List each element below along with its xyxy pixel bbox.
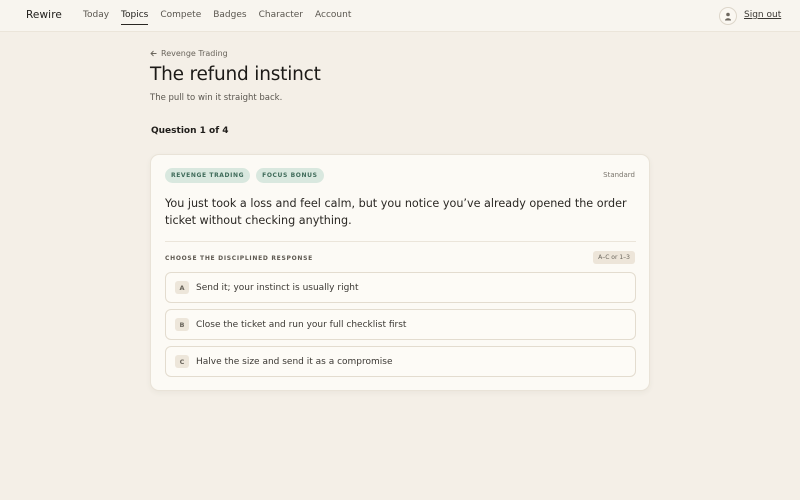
page-title: The refund instinct: [150, 64, 321, 85]
tag-revenge-trading: REVENGE TRADING: [165, 168, 251, 183]
user-avatar[interactable]: [719, 7, 737, 25]
user-icon: [725, 12, 731, 20]
difficulty-label: Standard: [603, 171, 635, 179]
option-letter-badge: A: [175, 281, 189, 294]
nav-item-character[interactable]: Character: [259, 10, 303, 25]
nav-item-compete[interactable]: Compete: [160, 10, 201, 25]
nav-item-account[interactable]: Account: [315, 10, 351, 25]
tag-focus-bonus: FOCUS BONUS: [256, 168, 324, 183]
option-text: Halve the size and send it as a compromi…: [196, 356, 393, 367]
tag-list: REVENGE TRADING FOCUS BONUS: [165, 168, 324, 183]
divider: [165, 241, 636, 242]
option-text: Send it; your instinct is usually right: [196, 282, 359, 293]
breadcrumb-back-link[interactable]: Revenge Trading: [150, 49, 228, 58]
nav-item-topics[interactable]: Topics: [121, 10, 149, 25]
option-letter-badge: C: [175, 355, 189, 368]
option-text: Close the ticket and run your full check…: [196, 319, 407, 330]
question-card: REVENGE TRADING FOCUS BONUS Standard You…: [150, 154, 650, 391]
option-letter-badge: B: [175, 318, 189, 331]
question-prompt: You just took a loss and feel calm, but …: [165, 197, 627, 227]
main-nav: Today Topics Compete Badges Character Ac…: [83, 10, 351, 25]
sign-out-link[interactable]: Sign out: [744, 10, 781, 20]
page-subtitle: The pull to win it straight back.: [150, 93, 283, 103]
nav-item-today[interactable]: Today: [83, 10, 109, 25]
answer-option-a[interactable]: A Send it; your instinct is usually righ…: [165, 272, 636, 303]
breadcrumb-label: Revenge Trading: [161, 49, 228, 58]
question-counter: Question 1 of 4: [151, 126, 229, 136]
answer-option-b[interactable]: B Close the ticket and run your full che…: [165, 309, 636, 340]
answer-option-c[interactable]: C Halve the size and send it as a compro…: [165, 346, 636, 377]
keyboard-hint-badge: A–C or 1–3: [593, 251, 635, 264]
brand-logo[interactable]: Rewire: [26, 9, 62, 21]
top-navigation-bar: Rewire Today Topics Compete Badges Chara…: [0, 0, 800, 32]
arrow-left-icon: [150, 50, 157, 57]
choose-response-label: CHOOSE THE DISCIPLINED RESPONSE: [165, 255, 313, 262]
nav-item-badges[interactable]: Badges: [213, 10, 246, 25]
